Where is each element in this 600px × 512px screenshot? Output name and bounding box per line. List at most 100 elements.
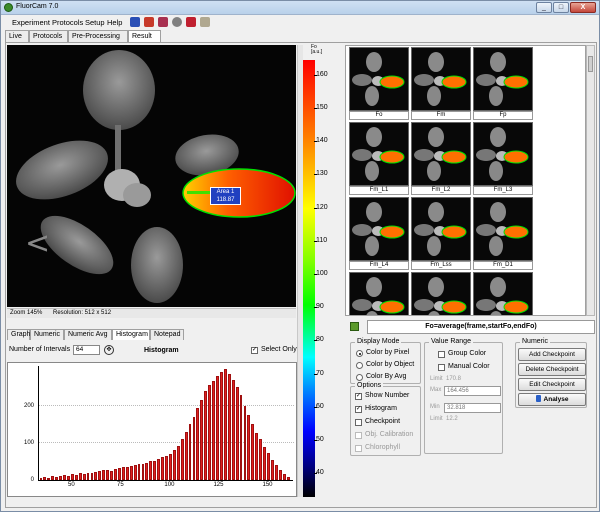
histogram-bar xyxy=(137,464,141,480)
tab-numeric-avg[interactable]: Numeric Avg xyxy=(64,329,112,340)
thumbnail-item[interactable] xyxy=(411,272,471,315)
thumbnail-item[interactable]: Fm_L3 xyxy=(473,122,533,196)
thumbnail-item[interactable]: Fm_L2 xyxy=(411,122,471,196)
colorbar-tick-label: 50 xyxy=(316,435,324,443)
show-number-checkbox[interactable]: ✓ xyxy=(355,393,362,400)
group-color-label: Group Color xyxy=(448,350,487,357)
histogram-bar xyxy=(231,379,235,480)
histogram-bar xyxy=(121,467,125,480)
menu-experiment[interactable]: Experiment xyxy=(12,18,50,27)
histogram-bar xyxy=(212,380,216,480)
options-group: Options ✓ Show Number ✓ Histogram Checkp… xyxy=(350,382,421,456)
area-label-box[interactable]: Area 1 118.87 xyxy=(210,187,241,205)
tab-histogram[interactable]: Histogram xyxy=(112,329,150,340)
thumbnail-caption: Fm_L1 xyxy=(349,186,409,195)
histogram-bar xyxy=(227,374,231,480)
tab-live[interactable]: Live xyxy=(5,30,29,42)
histogram-bar xyxy=(70,474,74,480)
thumbnail-item[interactable] xyxy=(473,272,533,315)
select-only-checkbox[interactable]: ✓ xyxy=(251,347,258,354)
group-color-checkbox[interactable] xyxy=(438,351,445,358)
histogram-bar xyxy=(86,472,90,480)
histogram-bar xyxy=(251,424,255,480)
toolbar-actinic-icon[interactable] xyxy=(186,17,196,27)
colorbar-tick-label: 160 xyxy=(316,70,328,78)
thumbnail-item[interactable]: Fm xyxy=(411,47,471,121)
chlorophyll-label: Chlorophyll xyxy=(365,444,401,451)
histogram-bar xyxy=(102,470,106,480)
delete-checkpoint-button[interactable]: Delete Checkpoint xyxy=(518,363,586,376)
bottom-data-panel: Graph Numeric Numeric Avg Histogram Note… xyxy=(7,327,297,499)
thumbnail-item[interactable]: Fm_L4 xyxy=(349,197,409,271)
colorbar-tick-label: 120 xyxy=(316,203,328,211)
display-mode-title: Display Mode xyxy=(355,338,402,345)
thumbnail-item[interactable] xyxy=(349,272,409,315)
histogram-bar xyxy=(172,450,176,480)
colorbar-tick-label: 130 xyxy=(316,170,328,178)
color-by-avg-radio[interactable] xyxy=(356,374,363,381)
tab-graph[interactable]: Graph xyxy=(7,329,30,340)
menu-protocols[interactable]: Protocols xyxy=(52,18,83,27)
chlorophyll-checkbox[interactable] xyxy=(355,445,362,452)
thumbnail-scrollbar[interactable] xyxy=(586,45,595,316)
histogram-bar xyxy=(200,400,204,480)
histogram-bar xyxy=(129,465,133,480)
title-bar: FluorCam 7.0 _ □ X xyxy=(1,1,599,15)
toolbar-flash-icon[interactable] xyxy=(158,17,168,27)
formula-icon[interactable] xyxy=(350,322,359,331)
tab-notepad[interactable]: Notepad xyxy=(150,329,184,340)
colorbar-tick-label: 110 xyxy=(316,236,328,244)
histogram-bar xyxy=(255,432,259,480)
previous-image-arrow[interactable]: < xyxy=(25,226,50,261)
thumbnail-image xyxy=(473,122,533,186)
histogram-y-tick: 100 xyxy=(23,439,34,446)
toolbar-camera-icon[interactable] xyxy=(130,17,140,27)
histogram-bar xyxy=(133,465,137,480)
crosshair-icon[interactable]: ✥ xyxy=(104,345,114,355)
thumbnail-item[interactable]: Fo xyxy=(349,47,409,121)
analyse-button[interactable]: Analyse xyxy=(518,393,586,406)
minimize-button[interactable]: _ xyxy=(536,2,552,13)
thumbnail-image xyxy=(349,122,409,186)
tab-protocols[interactable]: Protocols xyxy=(29,30,68,42)
thumbnail-item[interactable]: Fm_Lss xyxy=(411,197,471,271)
color-by-avg-label: Color By Avg xyxy=(366,373,407,380)
histogram-bar xyxy=(51,476,55,480)
max-input[interactable]: 164.456 xyxy=(444,386,501,396)
toolbar-light-icon[interactable] xyxy=(144,17,154,27)
manual-color-checkbox[interactable] xyxy=(438,364,445,371)
histogram-plot-area xyxy=(38,366,294,481)
checkpoint-checkbox[interactable] xyxy=(355,419,362,426)
plant-image-view[interactable]: < Area 1 118.87 xyxy=(7,45,296,307)
color-by-pixel-radio[interactable] xyxy=(356,350,363,357)
add-checkpoint-button[interactable]: Add Checkpoint xyxy=(518,348,586,361)
histogram-bar xyxy=(125,466,129,480)
tab-pre-processing[interactable]: Pre-Processing xyxy=(68,30,128,42)
thumbnail-item[interactable]: Fm_L1 xyxy=(349,122,409,196)
histogram-bar xyxy=(235,387,239,480)
maximize-button[interactable]: □ xyxy=(553,2,569,13)
thumbnail-item[interactable]: Fm_D1 xyxy=(473,197,533,271)
histogram-checkbox[interactable]: ✓ xyxy=(355,406,362,413)
toolbar-settings-icon[interactable] xyxy=(200,17,210,27)
colorbar-unit: Fo [a.u.] xyxy=(311,44,323,55)
checkpoint-label: Checkpoint xyxy=(365,418,401,425)
intervals-input[interactable]: 64 xyxy=(73,345,100,355)
thumbnail-image xyxy=(411,47,471,111)
color-by-object-radio[interactable] xyxy=(356,362,363,369)
colorbar xyxy=(303,60,315,497)
close-button[interactable]: X xyxy=(570,2,596,13)
menu-setup[interactable]: Setup xyxy=(85,18,105,27)
color-by-pixel-label: Color by Pixel xyxy=(366,349,410,356)
tab-numeric[interactable]: Numeric xyxy=(30,329,64,340)
edit-checkpoint-button[interactable]: Edit Checkpoint xyxy=(518,378,586,391)
toolbar-shutter-icon[interactable] xyxy=(172,17,182,27)
scrollbar-thumb[interactable] xyxy=(588,56,593,72)
min-input[interactable]: 32.818 xyxy=(444,403,501,413)
histogram-bar xyxy=(286,477,290,480)
histogram-y-tick: 200 xyxy=(23,402,34,409)
thumbnail-caption: Fm_D1 xyxy=(473,261,533,270)
obj-calibration-checkbox[interactable] xyxy=(355,432,362,439)
menu-help[interactable]: Help xyxy=(107,18,122,27)
thumbnail-item[interactable]: Fp xyxy=(473,47,533,121)
